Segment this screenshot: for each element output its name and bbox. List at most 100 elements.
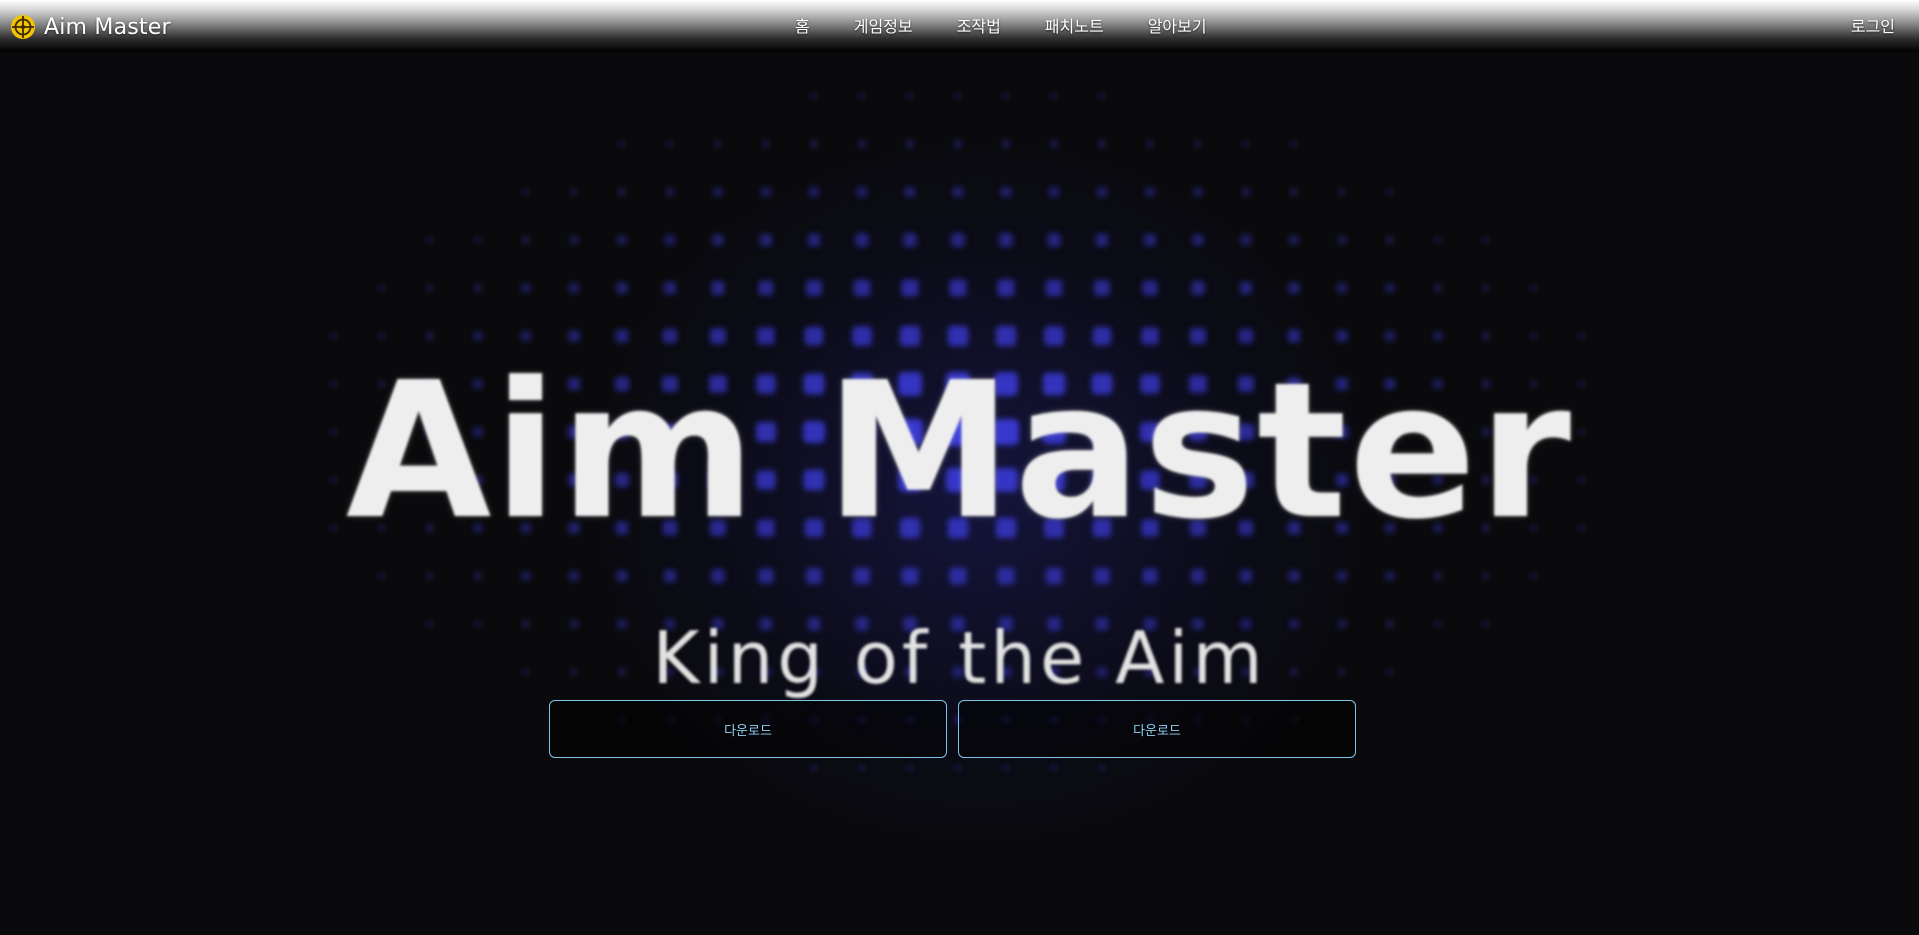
hero-dot: [1192, 234, 1204, 246]
hero-dot: [758, 280, 774, 296]
hero-dot: [807, 233, 821, 247]
hero-dot: [955, 765, 961, 771]
hero-dot: [1336, 570, 1348, 582]
hero-dot: [853, 279, 871, 297]
hero-dot: [999, 233, 1013, 247]
hero-dot: [1531, 573, 1537, 579]
hero-dot: [714, 140, 722, 148]
brand-logo-link[interactable]: Aim Master: [10, 13, 171, 41]
hero-dot: [949, 567, 967, 585]
hero-dot: [951, 233, 965, 247]
hero-dot: [1434, 284, 1442, 292]
hero-dot: [615, 329, 629, 343]
hero-dot: [663, 281, 677, 295]
hero-dot: [1385, 283, 1395, 293]
hero-dot: [1097, 187, 1107, 197]
hero-dot: [859, 765, 865, 771]
hero-dot: [713, 187, 723, 197]
hero-dot: [379, 285, 385, 291]
hero-dot: [1336, 282, 1348, 294]
hero-dot: [427, 237, 433, 243]
hero-dot: [474, 284, 482, 292]
hero-dot: [811, 93, 817, 99]
hero-dot: [1239, 281, 1253, 295]
hero-dot: [1337, 235, 1347, 245]
hero-dot: [1051, 765, 1057, 771]
hero-dot: [809, 187, 819, 197]
hero-banner: Aim Master King of the Aim 다운로드 다운로드: [0, 52, 1919, 935]
hero-dot: [1003, 93, 1009, 99]
hero-dot: [1482, 284, 1490, 292]
hero-dot: [616, 282, 628, 294]
brand-name: Aim Master: [44, 14, 171, 40]
hero-dot: [901, 279, 919, 297]
hero-dot: [954, 140, 962, 148]
hero-dot: [1338, 188, 1346, 196]
nav-game-info[interactable]: 게임정보: [832, 16, 935, 38]
main-nav: 홈 게임정보 조작법 패치노트 알아보기: [795, 16, 1229, 38]
page: Aim Master 홈 게임정보 조작법 패치노트 알아보기 로그인 Aim …: [0, 0, 1919, 935]
hero-dot: [664, 234, 676, 246]
hero-dot: [665, 187, 675, 197]
login-link[interactable]: 로그인: [1851, 16, 1895, 38]
hero-dot: [1002, 140, 1010, 148]
hero-dot: [997, 279, 1015, 297]
hero-dot: [568, 570, 580, 582]
hero-dot: [426, 284, 434, 292]
download-button-2[interactable]: 다운로드: [958, 700, 1356, 758]
hero-dot: [1242, 140, 1250, 148]
hero-dot: [1045, 567, 1063, 585]
hero-dot: [858, 140, 866, 148]
hero-dot: [997, 567, 1015, 585]
hero-dot: [1385, 571, 1395, 581]
hero-dot: [904, 186, 916, 198]
hero-dot: [1003, 765, 1009, 771]
hero-dot: [1482, 572, 1490, 580]
hero-dot: [331, 333, 337, 339]
nav-patch-notes[interactable]: 패치노트: [1023, 16, 1126, 38]
hero-dot: [859, 93, 865, 99]
hero-dot: [949, 279, 967, 297]
hero-dot: [1094, 568, 1110, 584]
hero-dot: [619, 141, 625, 147]
hero-dot: [907, 765, 913, 771]
nav-controls[interactable]: 조작법: [935, 16, 1023, 38]
hero-title: Aim Master: [345, 342, 1574, 561]
hero-dot: [474, 572, 482, 580]
hero-dot: [520, 330, 532, 342]
hero-dot: [617, 235, 627, 245]
hero-dot: [1433, 331, 1443, 341]
hero-dot: [1191, 281, 1205, 295]
hero-dot: [1530, 332, 1538, 340]
hero-dot: [1289, 235, 1299, 245]
hero-dot: [1191, 569, 1205, 583]
hero-dot: [666, 140, 674, 148]
hero-dot: [1194, 140, 1202, 148]
hero-dot: [856, 186, 868, 198]
hero-dot: [569, 235, 579, 245]
hero-dot: [568, 330, 580, 342]
crosshair-icon: [11, 15, 35, 39]
hero-dot: [1288, 570, 1300, 582]
hero-dot: [1099, 765, 1105, 771]
nav-learn-more[interactable]: 알아보기: [1126, 16, 1229, 38]
hero-dot: [1146, 140, 1154, 148]
hero-dot: [1241, 187, 1251, 197]
hero-dot: [811, 765, 817, 771]
hero-dot: [806, 280, 822, 296]
top-navbar: Aim Master 홈 게임정보 조작법 패치노트 알아보기 로그인: [0, 0, 1919, 52]
hero-dot: [378, 332, 386, 340]
hero-dot: [1000, 186, 1012, 198]
hero-dot: [853, 567, 871, 585]
hero-dot: [1143, 233, 1157, 247]
hero-dot: [711, 569, 725, 583]
hero-dot: [1387, 189, 1393, 195]
hero-dot: [1290, 188, 1298, 196]
hero-dot: [1095, 233, 1109, 247]
hero-dot: [1050, 140, 1058, 148]
download-button-1[interactable]: 다운로드: [549, 700, 947, 758]
hero-dot: [1288, 282, 1300, 294]
hero-dot: [1384, 330, 1396, 342]
hero-dot: [1145, 187, 1155, 197]
nav-home[interactable]: 홈: [795, 16, 832, 38]
